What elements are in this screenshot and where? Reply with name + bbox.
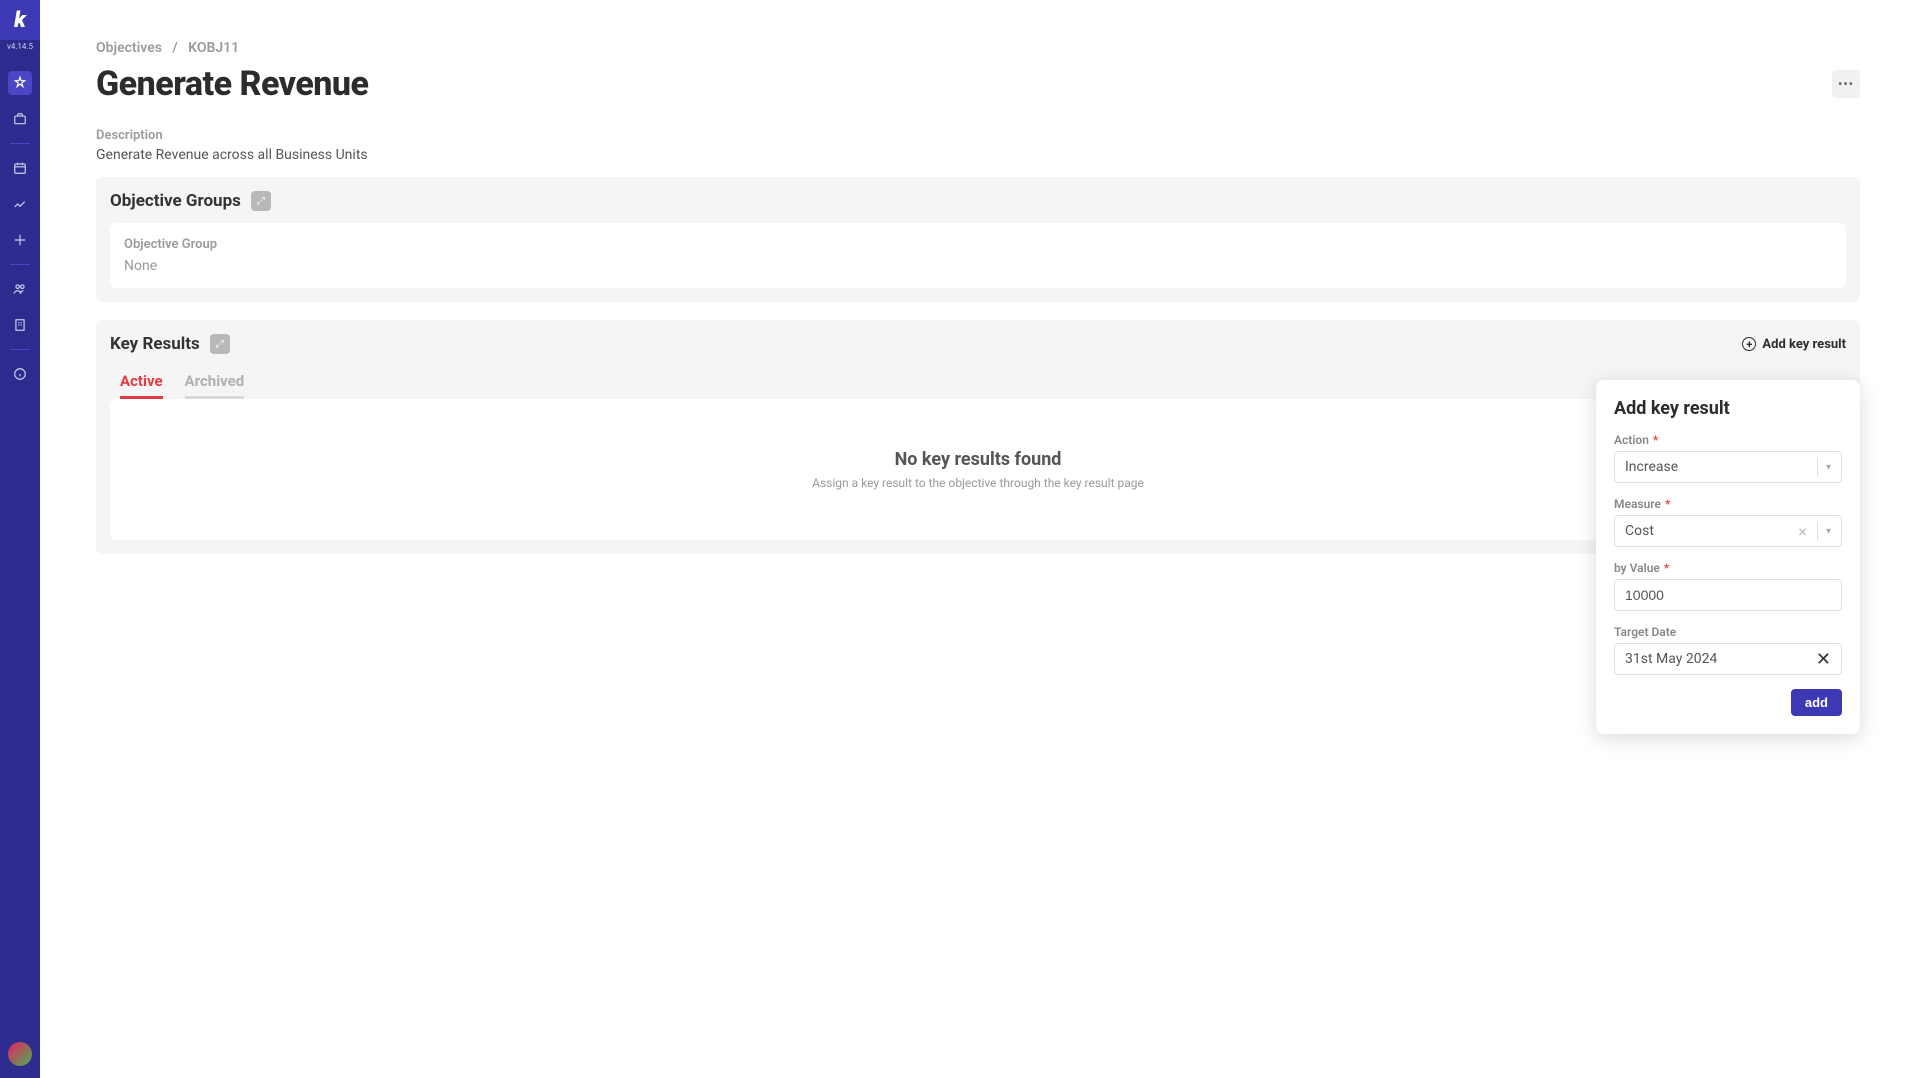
clear-measure-button[interactable]: × — [1798, 522, 1807, 541]
sparkle-icon — [13, 233, 27, 247]
breadcrumb: Objectives / KOBJ11 — [96, 12, 1860, 56]
clear-date-button[interactable]: ✕ — [1816, 649, 1831, 670]
nav-divider — [10, 264, 30, 265]
logo[interactable]: k — [0, 0, 40, 40]
page-title: Generate Revenue — [96, 64, 369, 104]
empty-subtitle: Assign a key result to the objective thr… — [130, 476, 1826, 490]
chevron-down-icon: ▾ — [1826, 526, 1831, 537]
add-key-result-link[interactable]: + Add key result — [1742, 337, 1846, 352]
objective-group-card: Objective Group None — [110, 223, 1846, 288]
nav-item-sparkle[interactable] — [8, 228, 32, 252]
measure-label: Measure* — [1614, 497, 1842, 511]
expand-key-results-button[interactable]: ⤢ — [210, 334, 230, 354]
nav-divider — [10, 143, 30, 144]
users-icon — [13, 282, 27, 296]
briefcase-icon — [13, 112, 27, 126]
version-label: v4.14.5 — [7, 42, 33, 51]
nav-item-users[interactable] — [8, 277, 32, 301]
info-icon — [13, 367, 27, 381]
chart-icon — [13, 197, 27, 211]
nav-item-calendar[interactable] — [8, 156, 32, 180]
description-text: Generate Revenue across all Business Uni… — [96, 147, 1860, 163]
measure-select[interactable]: Cost × ▾ — [1614, 515, 1842, 547]
empty-title: No key results found — [130, 449, 1826, 470]
expand-objective-groups-button[interactable]: ⤢ — [251, 191, 271, 211]
expand-icon: ⤢ — [257, 196, 265, 207]
chevron-down-icon: ▾ — [1826, 462, 1831, 473]
add-key-result-popover: Add key result Action* Increase ▾ Measur… — [1596, 380, 1860, 734]
targetdate-value: 31st May 2024 — [1625, 651, 1816, 667]
nav-item-briefcase[interactable] — [8, 107, 32, 131]
more-button[interactable]: ••• — [1832, 70, 1860, 98]
target-icon — [13, 76, 27, 90]
measure-value: Cost — [1625, 523, 1798, 539]
nav-item-analytics[interactable] — [8, 192, 32, 216]
nav-item-objectives[interactable] — [8, 71, 32, 95]
objective-group-value: None — [124, 258, 1832, 274]
popover-title: Add key result — [1614, 398, 1842, 419]
action-value: Increase — [1625, 459, 1809, 475]
objective-group-label: Objective Group — [124, 237, 1832, 252]
key-results-tabs: Active Archived — [110, 366, 1846, 399]
targetdate-label: Target Date — [1614, 625, 1842, 639]
add-button[interactable]: add — [1791, 689, 1842, 716]
plus-circle-icon: + — [1742, 337, 1756, 351]
expand-icon: ⤢ — [216, 339, 224, 350]
breadcrumb-sep: / — [165, 40, 184, 56]
objective-groups-title: Objective Groups — [110, 191, 241, 211]
nav-item-org[interactable] — [8, 313, 32, 337]
tab-archived[interactable]: Archived — [185, 366, 245, 399]
description-label: Description — [96, 128, 1860, 143]
key-results-title: Key Results — [110, 334, 200, 354]
sidebar: k v4.14.5 — [0, 0, 40, 1078]
tab-active[interactable]: Active — [120, 366, 163, 399]
breadcrumb-current: KOBJ11 — [188, 40, 239, 56]
action-select[interactable]: Increase ▾ — [1614, 451, 1842, 483]
building-icon — [13, 318, 27, 332]
calendar-icon — [13, 161, 27, 175]
nav-divider — [10, 349, 30, 350]
nav-item-info[interactable] — [8, 362, 32, 386]
action-label: Action* — [1614, 433, 1842, 447]
breadcrumb-parent[interactable]: Objectives — [96, 40, 162, 56]
more-icon: ••• — [1838, 77, 1854, 91]
add-key-result-label: Add key result — [1762, 337, 1846, 352]
user-avatar[interactable] — [8, 1042, 32, 1066]
objective-groups-section: Objective Groups ⤢ Objective Group None — [96, 177, 1860, 302]
empty-state: No key results found Assign a key result… — [110, 399, 1846, 540]
targetdate-input[interactable]: 31st May 2024 ✕ — [1614, 643, 1842, 675]
byvalue-input[interactable] — [1614, 579, 1842, 611]
byvalue-label: by Value* — [1614, 561, 1842, 575]
